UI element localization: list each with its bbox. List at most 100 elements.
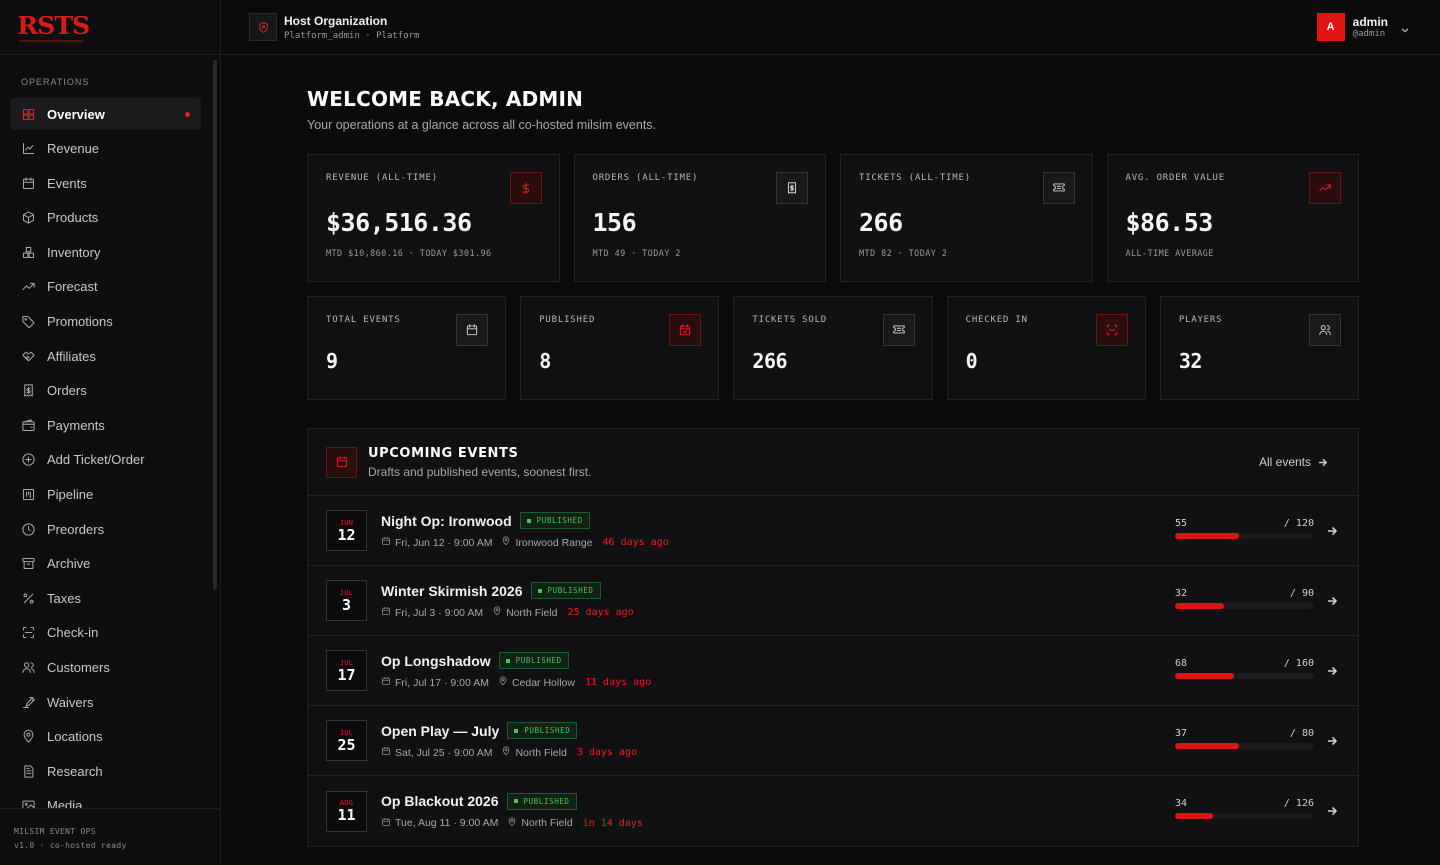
sidebar-item-overview[interactable]: Overview [10,98,201,130]
org-switcher[interactable]: Host Organization Platform_admin · Platf… [284,14,419,41]
clock-icon [20,521,36,537]
tickets-sold: 34 [1175,798,1188,809]
arrow-right-icon[interactable] [1326,594,1338,606]
footer-app-name: MILSIM EVENT OPS [14,827,96,836]
event-row[interactable]: AUG 11 Op Blackout 2026 PUBLISHED Tue, Aug 1… [308,776,1358,846]
receipt-icon [20,383,36,399]
sidebar-item-label: Add Ticket/Order [47,452,145,468]
sidebar-item-label: Overview [47,106,105,122]
stat-card: AVG. ORDER VALUE $86.53 ALL-TIME AVERAGE [1106,154,1359,282]
sidebar-item-check-in[interactable]: Check-in [10,617,201,649]
stat-card: REVENUE (ALL-TIME) $36,516.36 MTD $10,860.… [307,154,560,282]
event-capacity: 34 / 126 [1175,798,1314,819]
document-icon [20,763,36,779]
event-row[interactable]: JUN 12 Night Op: Ironwood PUBLISHED Fri, Jun… [308,496,1358,566]
sidebar-item-taxes[interactable]: Taxes [10,582,201,614]
all-events-label: All events [1258,455,1311,469]
stat-value: 266 [859,208,903,237]
sidebar-item-add-ticket-order[interactable]: Add Ticket/Order [10,444,201,476]
stat-value: 9 [326,349,338,373]
sidebar-item-research[interactable]: Research [10,755,201,787]
status-badge: PUBLISHED [498,652,569,669]
trending-up-icon [1309,172,1341,204]
sidebar-item-orders[interactable]: Orders [10,375,201,407]
map-pin-icon [507,817,521,830]
capacity-bar [1175,743,1314,749]
event-day: 11 [337,806,356,824]
event-location: North Field [515,746,567,759]
event-capacity: 37 / 80 [1175,728,1314,749]
event-name[interactable]: Op Blackout 2026 [381,793,499,809]
stat-card: TICKETS (ALL-TIME) 266 MTD 82 · TODAY 2 [840,154,1093,282]
capacity-bar [1175,533,1314,539]
all-events-link[interactable]: All events [1259,455,1328,469]
sidebar-item-inventory[interactable]: Inventory [10,236,201,268]
stat-subtext: MTD $10,860.16 · TODAY $301.96 [326,249,492,259]
sidebar-item-affiliates[interactable]: Affiliates [10,340,201,372]
stat-subtext: ALL-TIME AVERAGE [1125,249,1214,259]
capacity-bar [1175,673,1314,679]
status-label: PUBLISHED [547,586,594,595]
footer-version: v1.0 · co-hosted ready [14,841,127,850]
sidebar-item-preorders[interactable]: Preorders [10,513,201,545]
sidebar-item-forecast[interactable]: Forecast [10,271,201,303]
wallet-icon [20,417,36,433]
user-menu[interactable]: A admin @admin [1316,13,1410,41]
capacity-total: / 126 [1283,798,1314,809]
sidebar-item-promotions[interactable]: Promotions [10,306,201,338]
event-name[interactable]: Winter Skirmish 2026 [381,583,523,599]
sidebar-item-events[interactable]: Events [10,167,201,199]
sidebar-item-products[interactable]: Products [10,202,201,234]
receipt-icon [776,172,808,204]
sidebar-item-locations[interactable]: Locations [10,721,201,753]
sidebar-item-label: Check-in [47,625,99,641]
event-name[interactable]: Op Longshadow [381,653,491,669]
event-datetime: Fri, Jul 3 · 9:00 AM [395,606,484,619]
stat-card: ORDERS (ALL-TIME) 156 MTD 49 · TODAY 2 [573,154,826,282]
active-indicator [185,111,190,117]
main-content: WELCOME BACK, ADMIN Your operations at a… [307,55,1360,847]
sidebar-item-waivers[interactable]: Waivers [10,686,201,718]
event-name[interactable]: Open Play — July [381,723,499,739]
sidebar-item-customers[interactable]: Customers [10,652,201,684]
shield-icon[interactable] [249,13,277,41]
sidebar-item-media[interactable]: Media [10,790,201,808]
sidebar: RSTS OPERATIONS Overview Revenue Events Pro… [0,0,221,865]
event-location: North Field [506,606,558,619]
stat-card: PUBLISHED 8 [520,296,720,400]
arrow-right-icon[interactable] [1326,804,1338,816]
sidebar-item-label: Payments [47,417,105,433]
event-row[interactable]: JUL 3 Winter Skirmish 2026 PUBLISHED Fri, Ju… [308,566,1358,636]
capacity-total: / 90 [1289,588,1314,599]
stat-card: TOTAL EVENTS 9 [307,296,507,400]
arrow-right-icon[interactable] [1326,524,1338,536]
calendar-icon [381,606,395,619]
upcoming-events-panel: UPCOMING EVENTS Drafts and published eve… [307,428,1359,847]
tickets-sold: 32 [1175,588,1188,599]
arrow-right-icon[interactable] [1326,734,1338,746]
event-row[interactable]: JUL 25 Open Play — July PUBLISHED Sat, Jul 2… [308,706,1358,776]
sidebar-scrollbar[interactable] [213,60,217,590]
arrow-right-icon[interactable] [1326,664,1338,676]
sidebar-item-label: Products [47,210,99,226]
capacity-total: / 120 [1283,518,1314,529]
event-day: 17 [337,665,356,684]
sidebar-item-label: Media [47,798,83,808]
tickets-sold: 37 [1175,728,1188,739]
map-pin-icon [501,536,515,549]
sidebar-item-label: Orders [47,383,87,399]
logo[interactable]: RSTS [17,14,90,38]
sidebar-item-payments[interactable]: Payments [10,409,201,441]
event-date-box: JUN 12 [326,510,367,551]
map-pin-icon [498,676,512,689]
event-name[interactable]: Night Op: Ironwood [381,513,512,529]
scan-icon [20,625,36,641]
event-date-box: JUL 25 [326,720,367,761]
sidebar-item-pipeline[interactable]: Pipeline [10,479,201,511]
line-chart-icon [20,141,36,157]
event-row[interactable]: JUL 17 Op Longshadow PUBLISHED Fri, Jul 17 ·… [308,636,1358,706]
upcoming-header: UPCOMING EVENTS Drafts and published eve… [308,429,1358,496]
sidebar-item-archive[interactable]: Archive [10,548,201,580]
calendar-icon [381,536,395,549]
sidebar-item-revenue[interactable]: Revenue [10,133,201,165]
